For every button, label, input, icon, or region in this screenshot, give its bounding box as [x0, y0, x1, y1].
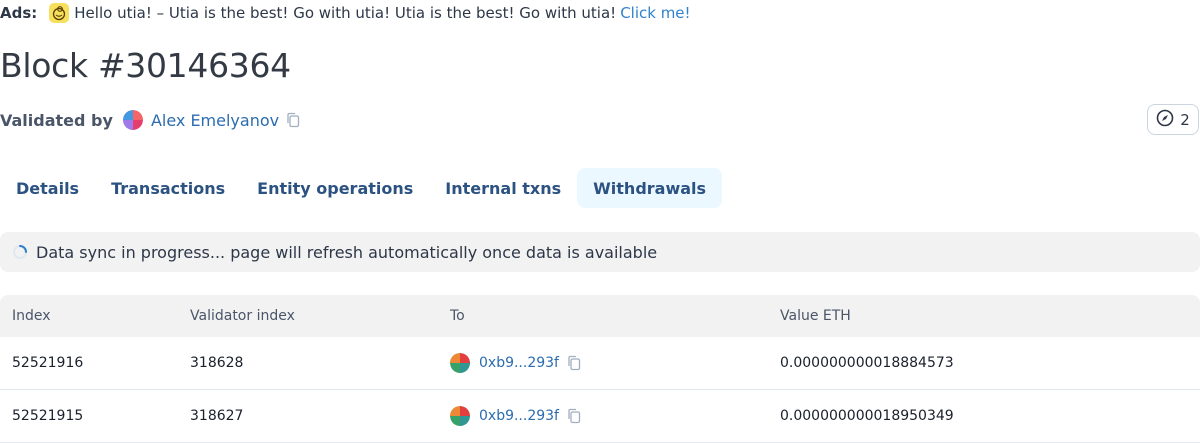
validator-row: Validated by Alex Emelyanov: [0, 107, 301, 133]
tab-internal-txns[interactable]: Internal txns: [429, 168, 577, 208]
row-index: 52521916: [12, 355, 84, 371]
table-row: 52521915 318627 0xb9...293f 0.0000000000…: [0, 390, 1200, 443]
address-avatar: [450, 353, 470, 373]
tab-bar: Details Transactions Entity operations I…: [0, 168, 723, 208]
tab-withdrawals[interactable]: Withdrawals: [577, 168, 723, 208]
row-value: 0.000000000018950349: [780, 408, 954, 424]
tab-entity-operations[interactable]: Entity operations: [241, 168, 429, 208]
ads-text: Hello utia! – Utia is the best! Go with …: [74, 4, 617, 22]
copy-icon[interactable]: [566, 355, 582, 371]
address-link[interactable]: 0xb9...293f: [479, 408, 559, 424]
ads-link[interactable]: Click me!: [620, 4, 690, 22]
explorer-count-button[interactable]: 2: [1147, 104, 1199, 135]
validator-name-link[interactable]: Alex Emelyanov: [151, 111, 279, 130]
table-header: Index Validator index To Value ETH: [0, 295, 1200, 337]
ads-banner: Ads: Hello utia! – Utia is the best! Go …: [0, 2, 691, 24]
ads-duck-icon: [49, 3, 70, 23]
explorer-count: 2: [1180, 110, 1190, 129]
spinner-icon: [12, 244, 28, 260]
sync-message: Data sync in progress... page will refre…: [36, 242, 658, 262]
row-validator-index: 318627: [190, 408, 244, 424]
header-index: Index: [12, 308, 51, 324]
row-validator-index: 318628: [190, 355, 244, 371]
row-to: 0xb9...293f: [450, 353, 582, 373]
copy-icon[interactable]: [566, 408, 582, 424]
row-index: 52521915: [12, 408, 84, 424]
sync-notice: Data sync in progress... page will refre…: [0, 232, 1200, 272]
compass-icon: [1156, 109, 1174, 131]
withdrawals-table: Index Validator index To Value ETH 52521…: [0, 295, 1200, 443]
page-title: Block #30146364: [0, 46, 291, 85]
header-validator-index: Validator index: [190, 308, 295, 324]
row-to: 0xb9...293f: [450, 406, 582, 426]
table-row: 52521916 318628 0xb9...293f 0.0000000000…: [0, 337, 1200, 390]
copy-icon[interactable]: [285, 112, 301, 128]
header-to: To: [450, 308, 465, 324]
validator-label: Validated by: [0, 110, 113, 130]
tab-details[interactable]: Details: [0, 168, 95, 208]
address-avatar: [450, 406, 470, 426]
row-value: 0.000000000018884573: [780, 355, 954, 371]
header-value-eth: Value ETH: [780, 308, 851, 324]
tab-transactions[interactable]: Transactions: [95, 168, 241, 208]
validator-avatar: [122, 110, 143, 130]
address-link[interactable]: 0xb9...293f: [479, 355, 559, 371]
ads-label: Ads:: [0, 4, 38, 22]
